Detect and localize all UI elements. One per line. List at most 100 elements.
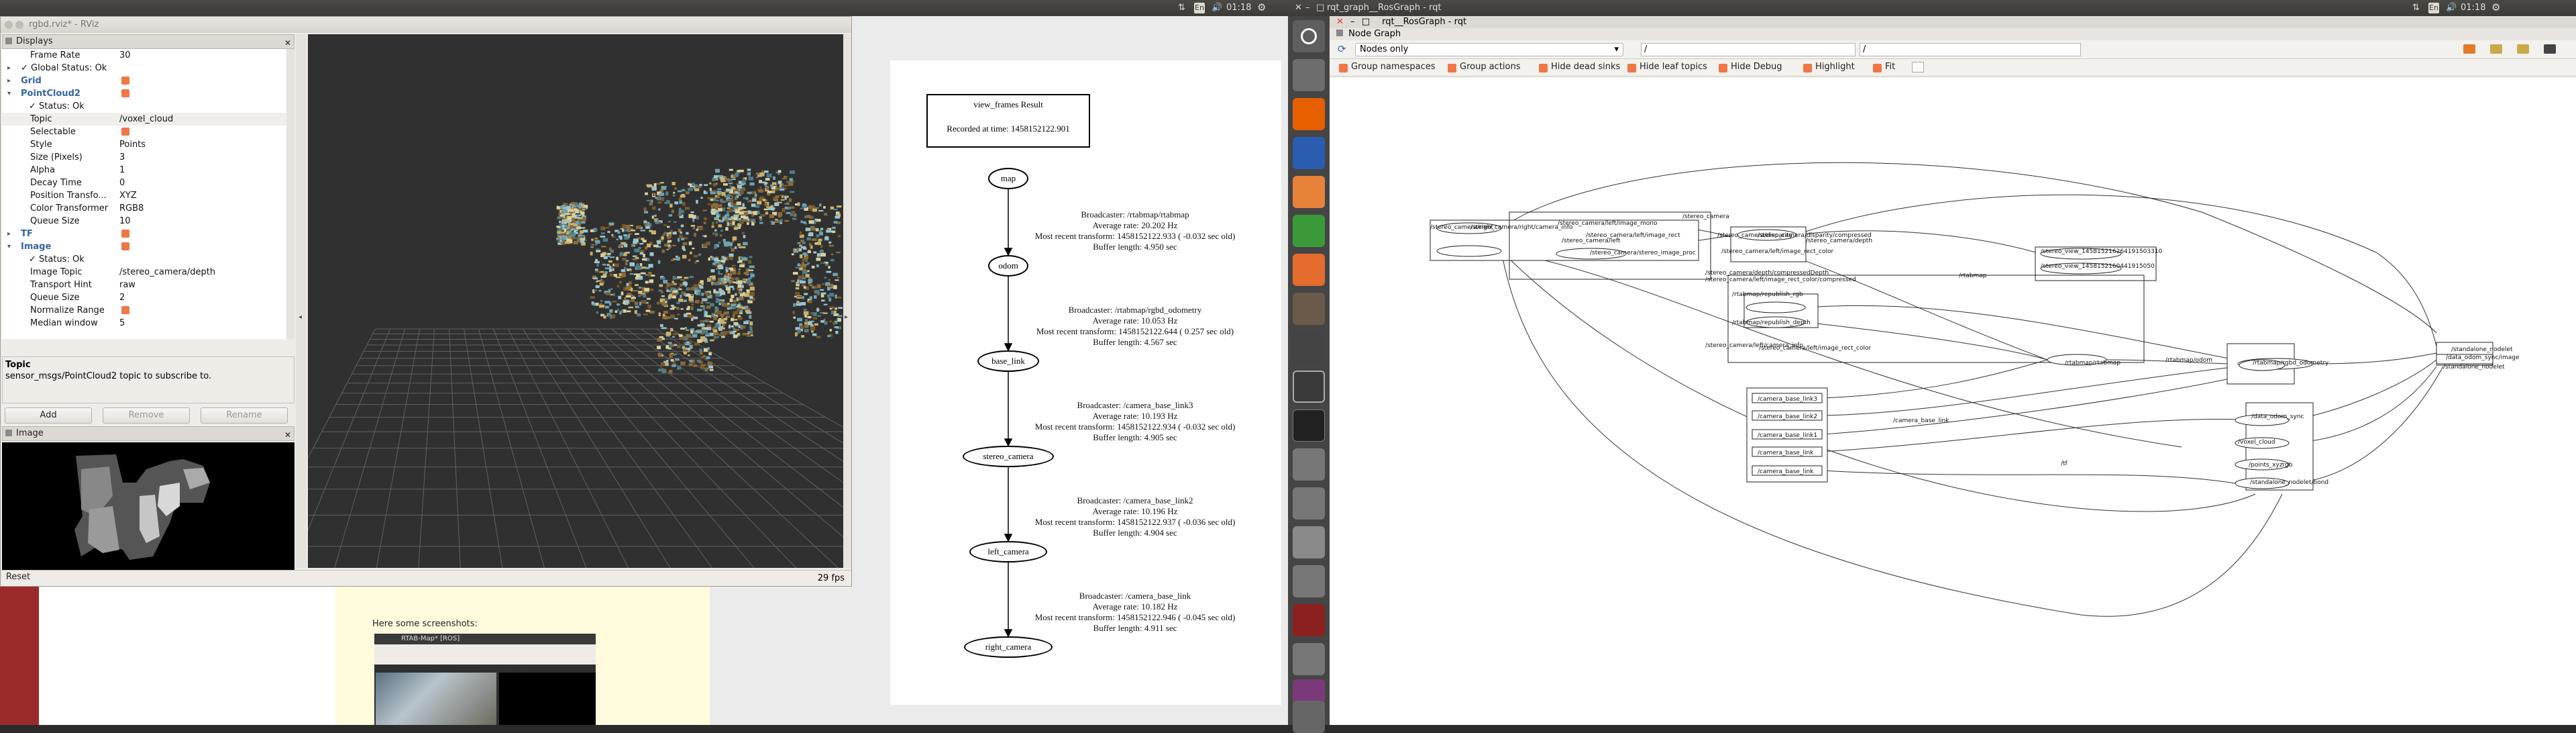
save-dot-icon[interactable] [2490, 44, 2502, 54]
files-icon[interactable] [1293, 59, 1325, 91]
display-row-value[interactable]: RGB8 [119, 202, 144, 215]
screenshot-icon[interactable] [1293, 643, 1325, 675]
keyboard-indicator[interactable]: En [2428, 3, 2439, 13]
display-row-value[interactable]: 10 [119, 215, 131, 228]
window-close-icon[interactable]: ✕ [1295, 2, 1302, 13]
hide-leaf-topics-checkbox[interactable] [1627, 64, 1636, 72]
updown-icon[interactable]: ⇅ [2412, 2, 2420, 13]
display-row[interactable]: ✓ Global Status: Ok ▸ [2, 62, 294, 75]
hide-dead-sinks-checkbox[interactable] [1539, 64, 1548, 72]
display-checkbox[interactable] [121, 77, 129, 85]
display-row[interactable]: Color Transformer RGB8 [2, 202, 294, 215]
display-row[interactable]: PointCloud2 ▾ [2, 87, 294, 100]
volume-icon[interactable]: 🔊 [2446, 2, 2457, 13]
display-row-value[interactable]: /voxel_cloud [119, 113, 173, 126]
display-checkbox[interactable] [121, 230, 129, 238]
group-namespaces-checkbox[interactable] [1339, 64, 1348, 72]
display-row[interactable]: ✓ Status: Ok [2, 100, 294, 113]
rviz-icon[interactable] [1293, 526, 1325, 558]
save-svg-icon[interactable] [2517, 44, 2529, 54]
rename-button[interactable]: Rename [201, 407, 288, 424]
arrow-right-icon[interactable]: ▸ [845, 313, 848, 321]
displays-tree[interactable]: Frame Rate 30 ✓ Global Status: Ok ▸ Grid ▸ Poi… [2, 49, 294, 339]
writer-icon[interactable] [1293, 137, 1325, 169]
display-row-value[interactable]: raw [119, 279, 136, 291]
display-row[interactable]: Image ▾ [2, 240, 294, 253]
help-icon[interactable] [1293, 487, 1325, 520]
rtabmap-screenshot[interactable]: RTAB-Map* [ROS] Odometry 3D Map [374, 634, 596, 725]
display-row[interactable]: Alpha 1 [2, 164, 294, 177]
topic-filter-input[interactable]: / [1860, 43, 2081, 56]
display-checkbox[interactable] [121, 128, 129, 136]
software-center-icon[interactable] [1293, 254, 1325, 286]
gedit-icon[interactable] [1293, 565, 1325, 597]
amazon-icon[interactable] [1293, 293, 1325, 325]
display-row-value[interactable]: /stereo_camera/depth [119, 266, 215, 279]
add-button[interactable]: Add [5, 407, 92, 424]
display-row-value[interactable]: 1 [119, 164, 125, 177]
maximize-icon[interactable]: □ [1362, 17, 1370, 27]
display-row[interactable]: Decay Time 0 [2, 177, 294, 189]
display-row[interactable]: Topic/voxel_cloud [2, 113, 294, 126]
close-icon[interactable]: ✕ [284, 36, 291, 50]
ubuntu-one-icon[interactable] [1293, 371, 1325, 403]
tree-scrollbar[interactable] [286, 49, 294, 339]
trash-icon[interactable] [1293, 701, 1325, 733]
highlight-checkbox[interactable] [1803, 64, 1812, 72]
3d-render-view[interactable] [185, 34, 1308, 693]
terminal-icon[interactable] [1293, 409, 1325, 442]
display-checkbox[interactable] [121, 306, 129, 314]
gear-icon[interactable]: ⚙ [1257, 2, 1266, 13]
volume-icon[interactable]: 🔊 [1212, 2, 1222, 13]
expand-arrow-icon[interactable]: ▾ [7, 240, 11, 253]
refresh-icon[interactable]: ⟳ [1338, 43, 1346, 55]
remove-button[interactable]: Remove [103, 407, 190, 424]
minimize-icon[interactable] [15, 21, 23, 29]
display-checkbox[interactable] [121, 89, 129, 97]
clock[interactable]: 01:18 [1226, 2, 1251, 13]
splitter[interactable]: ◂ [296, 34, 307, 568]
display-row-value[interactable]: 30 [119, 49, 131, 62]
display-row[interactable]: Image Topic/stereo_camera/depth [2, 266, 294, 279]
display-row[interactable]: ✓ Status: Ok [2, 253, 294, 266]
display-checkbox[interactable] [121, 242, 129, 250]
close-icon[interactable]: ✕ [1336, 17, 1344, 27]
node-graph-tab[interactable]: Node Graph [1330, 28, 2576, 40]
minimize-icon[interactable]: – [1350, 17, 1355, 27]
display-row[interactable]: Grid ▸ [2, 75, 294, 87]
close-icon[interactable] [5, 21, 13, 29]
display-row-value[interactable]: 2 [119, 291, 125, 304]
right-splitter[interactable]: ▸ [843, 34, 851, 568]
load-icon[interactable] [2463, 44, 2475, 54]
firefox-icon[interactable] [1293, 98, 1325, 130]
display-row-value[interactable]: 0 [119, 177, 125, 189]
display-row[interactable]: Transport Hint raw [2, 279, 294, 291]
video-icon[interactable] [1293, 332, 1325, 364]
close-icon[interactable]: ✕ [284, 428, 291, 442]
text-editor-icon[interactable] [1293, 448, 1325, 481]
fit-checkbox[interactable] [1873, 64, 1882, 72]
display-row-value[interactable]: Points [119, 138, 146, 151]
display-row[interactable]: Size (Pixels) 3 [2, 151, 294, 164]
group-actions-checkbox[interactable] [1448, 64, 1456, 72]
display-row[interactable]: Queue Size 2 [2, 291, 294, 304]
impress-icon[interactable] [1293, 176, 1325, 208]
reset-button[interactable]: Reset [2, 571, 34, 585]
display-row[interactable]: TF ▸ [2, 228, 294, 240]
display-row[interactable]: Style Points [2, 138, 294, 151]
dash-icon[interactable] [1293, 20, 1325, 52]
display-row[interactable]: Frame Rate 30 [2, 49, 294, 62]
display-row-value[interactable]: XYZ [119, 189, 137, 202]
expand-arrow-icon[interactable]: ▾ [7, 87, 11, 100]
display-row[interactable]: Selectable [2, 126, 294, 138]
expand-arrow-icon[interactable]: ▸ [7, 228, 11, 240]
updown-icon[interactable]: ⇅ [1178, 2, 1185, 13]
fit-view-icon[interactable] [1912, 62, 1924, 72]
expand-arrow-icon[interactable]: ▸ [7, 75, 11, 87]
rviz-titlebar[interactable]: rgbd.rviz* - RViz [1, 17, 851, 33]
namespace-filter-input[interactable]: / [1641, 43, 1856, 56]
hide-debug-checkbox[interactable] [1719, 64, 1727, 72]
expand-arrow-icon[interactable]: ▸ [7, 62, 11, 75]
display-row[interactable]: Position Transfo... XYZ [2, 189, 294, 202]
save-image-icon[interactable] [2544, 44, 2556, 54]
